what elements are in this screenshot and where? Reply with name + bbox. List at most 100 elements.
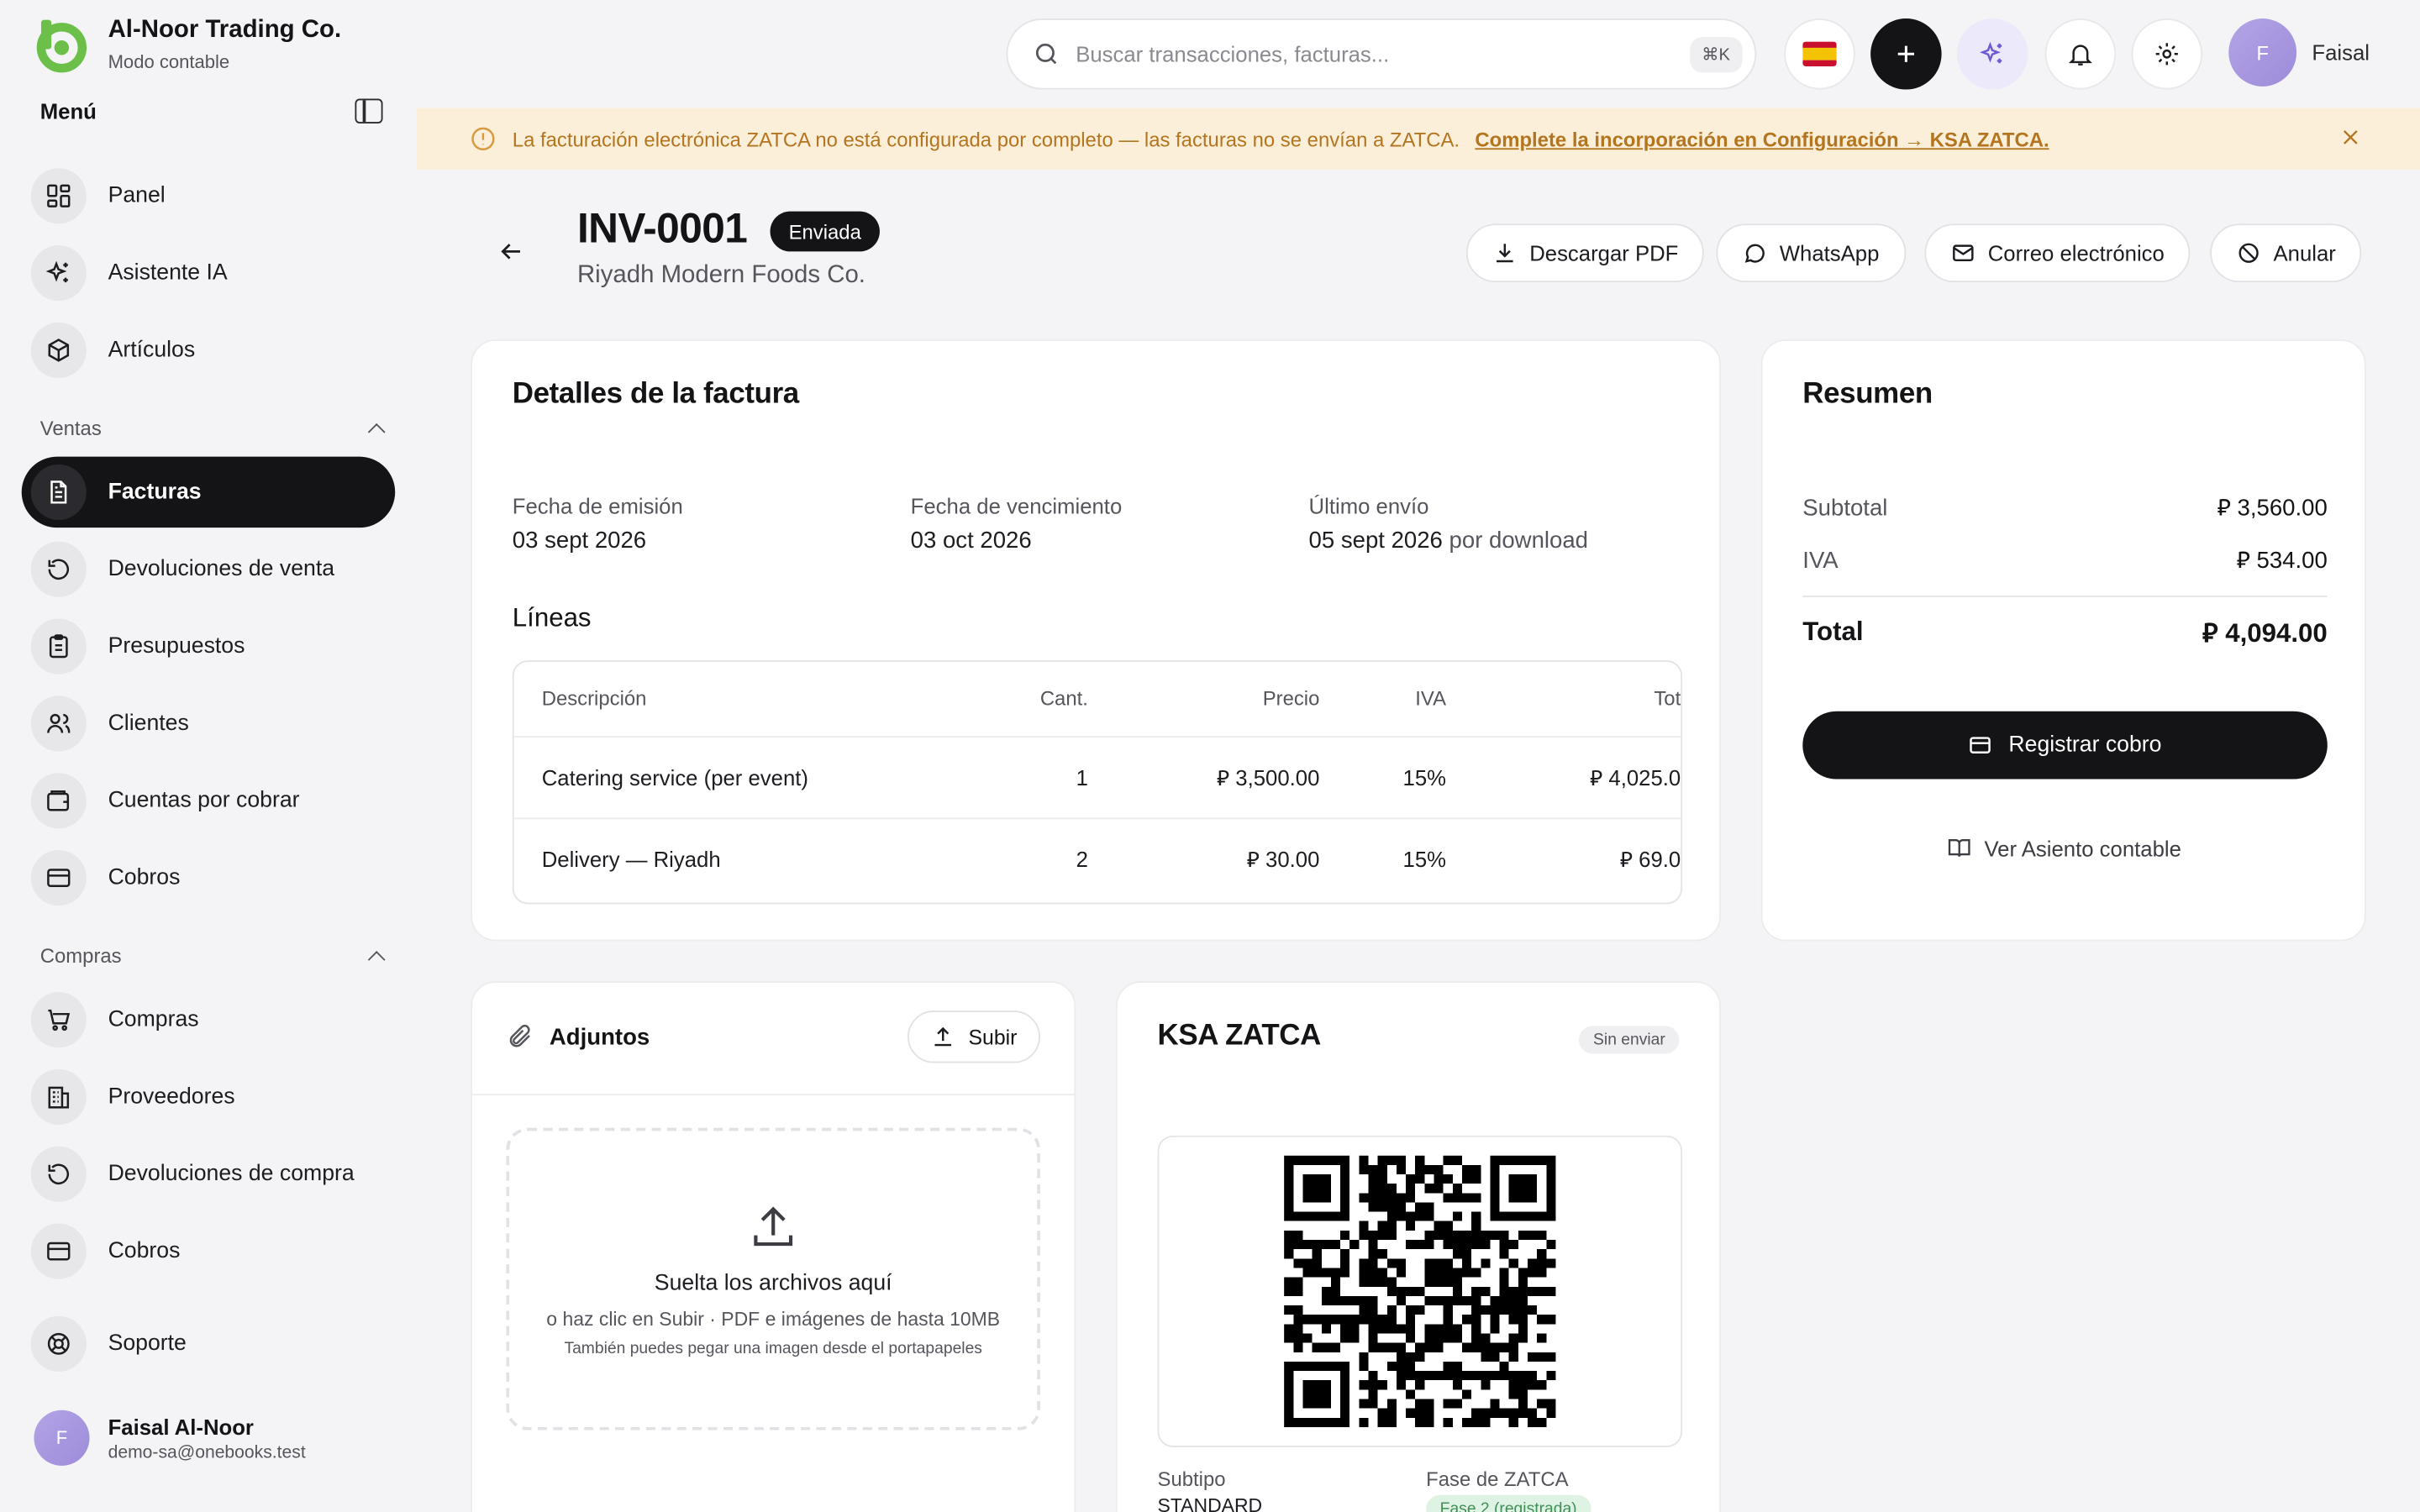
sidebar-item-receivables[interactable]: Cuentas por cobrar xyxy=(22,765,395,836)
sidebar-item-articles[interactable]: Artículos xyxy=(22,315,395,386)
file-drop-zone[interactable]: Suelta los archivos aquí o haz clic en S… xyxy=(506,1127,1040,1431)
sidebar-item-suppliers[interactable]: Proveedores xyxy=(22,1062,395,1132)
back-arrow-icon[interactable] xyxy=(497,238,524,265)
sidebar-item-label: Facturas xyxy=(108,480,202,505)
banner-text: La facturación electrónica ZATCA no está… xyxy=(512,127,1460,151)
mail-icon xyxy=(1953,244,1974,262)
search-bar[interactable]: ⌘K xyxy=(1006,18,1757,90)
summary-card: Resumen Subtotal ⃁ 3,560.00 IVA ⃁ 534.00… xyxy=(1760,339,2366,942)
line-total-value: 69.0 xyxy=(1639,846,1681,872)
line-total: ⃁ 4,025.0 xyxy=(1474,736,1681,819)
sidebar-section-sales[interactable]: Ventas xyxy=(40,417,386,440)
search-icon xyxy=(1035,43,1057,65)
email-button[interactable]: Correo electrónico xyxy=(1924,223,2191,283)
banner-setup-link[interactable]: Complete la incorporación en Configuraci… xyxy=(1475,128,2049,151)
grid-icon xyxy=(30,168,87,224)
line-total: ⃁ 69.0 xyxy=(1619,846,1681,872)
total-value: 4,094.00 xyxy=(2225,618,2328,648)
drop-title: Suelta los archivos aquí xyxy=(654,1271,892,1296)
line-vat: 15% xyxy=(1402,846,1447,872)
user-menu[interactable]: F Faisal xyxy=(2228,18,2370,87)
subtotal-row: Subtotal ⃁ 3,560.00 xyxy=(1802,494,2327,523)
download-pdf-button[interactable]: Descargar PDF xyxy=(1465,223,1705,283)
qr-code-icon xyxy=(1284,1155,1556,1427)
user-email: demo-sa@onebooks.test xyxy=(108,1443,306,1462)
divider xyxy=(1802,595,2328,597)
sidebar-item-label: Presupuestos xyxy=(108,633,245,659)
table-row[interactable]: Delivery — Riyadh 2 ⃁ 30.00 15% ⃁ 69.0 xyxy=(514,817,1681,899)
vat-label: IVA xyxy=(1802,548,1839,575)
due-date-label: Fecha de vencimiento xyxy=(910,493,1123,519)
sidebar-item-customers[interactable]: Clientes xyxy=(22,688,395,759)
brand[interactable]: Al-Noor Trading Co. Modo contable xyxy=(31,15,341,74)
sidebar-collapse-icon[interactable] xyxy=(355,98,383,123)
sidebar-item-label: Proveedores xyxy=(108,1084,235,1110)
last-sent-by: por download xyxy=(1449,528,1589,554)
sidebar-item-purchase-returns[interactable]: Devoluciones de compra xyxy=(22,1139,395,1210)
zatca-status-badge: Sin enviar xyxy=(1579,1026,1680,1054)
sidebar-item-purchase-payments[interactable]: Cobros xyxy=(22,1215,395,1286)
sidebar-item-quotes[interactable]: Presupuestos xyxy=(22,611,395,681)
zatca-phase-badge: Fase 2 (registrada) xyxy=(1426,1494,1591,1512)
paperclip-icon xyxy=(509,1024,530,1047)
line-price-value: 30.00 xyxy=(1265,846,1320,872)
sidebar-item-purchases[interactable]: Compras xyxy=(22,984,395,1055)
spain-flag-icon xyxy=(1802,41,1837,66)
divider xyxy=(472,1094,1075,1096)
line-description: Catering service (per event) xyxy=(513,736,977,819)
subtype-label: Subtipo xyxy=(1157,1467,1226,1491)
ai-assistant-button[interactable] xyxy=(1956,18,2028,90)
create-new-button[interactable] xyxy=(1870,18,1942,90)
subtype-value: STANDARD xyxy=(1157,1494,1263,1512)
notifications-button[interactable] xyxy=(2044,18,2117,90)
zatca-warning-banner: La facturación electrónica ZATCA no está… xyxy=(416,108,2420,171)
close-icon[interactable] xyxy=(2339,127,2361,149)
download-pdf-label: Descargar PDF xyxy=(1529,240,1679,265)
box-icon xyxy=(30,322,87,379)
card-icon xyxy=(1970,737,1991,753)
sidebar-section-purchases[interactable]: Compras xyxy=(40,944,386,968)
qr-code-frame xyxy=(1157,1135,1683,1447)
avatar: F xyxy=(34,1410,90,1466)
sidebar-item-invoices[interactable]: Facturas xyxy=(21,456,396,528)
card-title: Resumen xyxy=(1802,378,1933,411)
sidebar-item-sales-returns[interactable]: Devoluciones de venta xyxy=(22,534,395,605)
sidebar-item-label: Cuentas por cobrar xyxy=(108,788,300,813)
subtotal-label: Subtotal xyxy=(1802,495,1888,522)
due-date-value: 03 oct 2026 xyxy=(910,528,1032,554)
brand-name: Al-Noor Trading Co. xyxy=(108,17,342,44)
register-payment-button[interactable]: Registrar cobro xyxy=(1802,711,2328,780)
sidebar-item-payments[interactable]: Cobros xyxy=(22,843,395,913)
sidebar-user-card[interactable]: F Faisal Al-Noor demo-sa@onebooks.test xyxy=(34,1410,306,1466)
line-qty: 1 xyxy=(976,736,1116,819)
invoice-details-card: Detalles de la factura Fecha de emisión … xyxy=(471,339,1721,942)
invoice-lines-table: Descripción Cant. Precio IVA Tot Caterin… xyxy=(512,660,1683,905)
upload-button[interactable]: Subir xyxy=(908,1011,1040,1063)
search-input[interactable] xyxy=(1076,41,1675,66)
sidebar-item-label: Devoluciones de venta xyxy=(108,557,335,582)
book-open-icon xyxy=(1948,839,1970,857)
settings-button[interactable] xyxy=(2131,18,2203,90)
return-icon xyxy=(30,1146,87,1202)
chat-bubble-icon xyxy=(1744,244,1765,263)
table-row[interactable]: Catering service (per event) 1 ⃁ 3,500.0… xyxy=(513,736,1681,819)
view-journal-entry-link[interactable]: Ver Asiento contable xyxy=(1763,835,2365,861)
user-name: Faisal xyxy=(2312,39,2370,66)
sidebar-item-panel[interactable]: Panel xyxy=(22,160,395,231)
col-price: Precio xyxy=(1115,661,1348,738)
issue-date-value: 03 sept 2026 xyxy=(512,528,647,554)
wallet-icon xyxy=(30,773,87,829)
sidebar-item-ai-assistant[interactable]: Asistente IA xyxy=(22,238,395,308)
line-vat: 15% xyxy=(1347,736,1475,819)
whatsapp-button[interactable]: WhatsApp xyxy=(1716,223,1906,283)
sidebar-item-support[interactable]: Soporte xyxy=(22,1309,395,1379)
email-label: Correo electrónico xyxy=(1987,240,2165,265)
language-button[interactable] xyxy=(1784,18,1855,90)
col-description: Descripción xyxy=(513,661,977,738)
line-price-value: 3,500.00 xyxy=(1235,764,1320,790)
menu-label: Menú xyxy=(39,98,97,123)
users-icon xyxy=(30,696,87,752)
sidebar-item-label: Devoluciones de compra xyxy=(108,1162,355,1187)
void-button[interactable]: Anular xyxy=(2210,223,2363,283)
invoice-customer[interactable]: Riyadh Modern Foods Co. xyxy=(577,262,865,290)
